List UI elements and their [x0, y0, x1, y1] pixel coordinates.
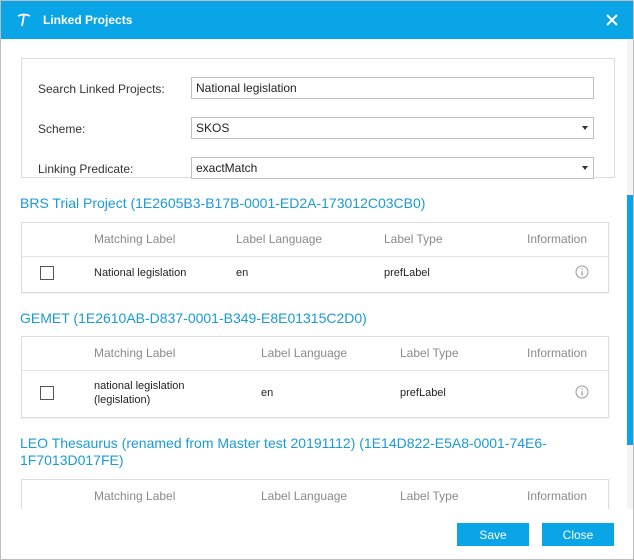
predicate-row: Linking Predicate: exactMatch: [38, 157, 598, 181]
predicate-select[interactable]: exactMatch: [191, 157, 594, 179]
scheme-label: Scheme:: [38, 122, 86, 136]
col-matching-label: Matching Label: [94, 489, 176, 503]
linked-projects-dialog: Linked Projects Search Linked Projects: …: [0, 0, 634, 560]
close-button[interactable]: Close: [542, 523, 614, 546]
table-header: Matching Label Label Language Label Type…: [22, 480, 608, 509]
table-header: Matching Label Label Language Label Type…: [22, 223, 608, 257]
scheme-select-value: SKOS: [196, 121, 230, 135]
cell-label-type: prefLabel: [384, 267, 430, 279]
section-title: BRS Trial Project (1E2605B3-B17B-0001-ED…: [20, 195, 426, 211]
cell-label-language: en: [261, 387, 274, 399]
save-button[interactable]: Save: [457, 523, 529, 546]
col-matching-label: Matching Label: [94, 232, 176, 246]
search-input[interactable]: [191, 77, 594, 99]
cell-matching-label: National legislation: [94, 267, 187, 279]
col-label-type: Label Type: [400, 346, 459, 360]
col-label-language: Label Language: [261, 346, 348, 360]
scrollbar-thumb[interactable]: [627, 195, 633, 445]
results-table: Matching Label Label Language Label Type…: [21, 336, 609, 418]
col-label-language: Label Language: [261, 489, 348, 503]
row-checkbox[interactable]: [40, 386, 54, 400]
search-label: Search Linked Projects:: [38, 82, 165, 96]
col-information: Information: [527, 346, 588, 360]
dialog-title: Linked Projects: [43, 13, 133, 27]
cell-label-type: prefLabel: [400, 387, 446, 399]
search-form-panel: Search Linked Projects: Scheme: SKOS Lin…: [21, 58, 615, 181]
results-table: Matching Label Label Language Label Type…: [21, 222, 609, 293]
cell-matching-label: national legislation (legislation): [94, 380, 185, 406]
results-table: Matching Label Label Language Label Type…: [21, 479, 609, 509]
chevron-down-icon: [582, 166, 588, 170]
dialog-titlebar: Linked Projects: [1, 1, 633, 39]
chevron-down-icon: [582, 126, 588, 130]
cell-label-language: en: [236, 267, 249, 279]
col-information: Information: [527, 489, 588, 503]
col-label-type: Label Type: [400, 489, 459, 503]
predicate-label: Linking Predicate:: [38, 162, 134, 176]
close-icon[interactable]: [601, 9, 623, 31]
scheme-row: Scheme: SKOS: [38, 117, 598, 141]
col-matching-label: Matching Label: [94, 346, 176, 360]
dialog-footer: Save Close: [1, 509, 633, 559]
table-header: Matching Label Label Language Label Type…: [22, 337, 608, 371]
info-icon[interactable]: [575, 385, 589, 399]
row-checkbox[interactable]: [40, 266, 54, 280]
col-label-language: Label Language: [236, 232, 323, 246]
dialog-body: Search Linked Projects: Scheme: SKOS Lin…: [1, 39, 633, 509]
app-logo-icon: [17, 13, 31, 27]
vertical-scrollbar[interactable]: [627, 39, 633, 509]
scheme-select[interactable]: SKOS: [191, 117, 594, 139]
col-information: Information: [527, 232, 588, 246]
info-icon[interactable]: [575, 265, 589, 279]
section-title: GEMET (1E2610AB-D837-0001-B349-E8E01315C…: [20, 310, 367, 326]
search-row: Search Linked Projects:: [38, 77, 598, 101]
col-label-type: Label Type: [384, 232, 443, 246]
predicate-select-value: exactMatch: [196, 161, 258, 175]
section-title: LEO Thesaurus (renamed from Master test …: [20, 435, 547, 468]
